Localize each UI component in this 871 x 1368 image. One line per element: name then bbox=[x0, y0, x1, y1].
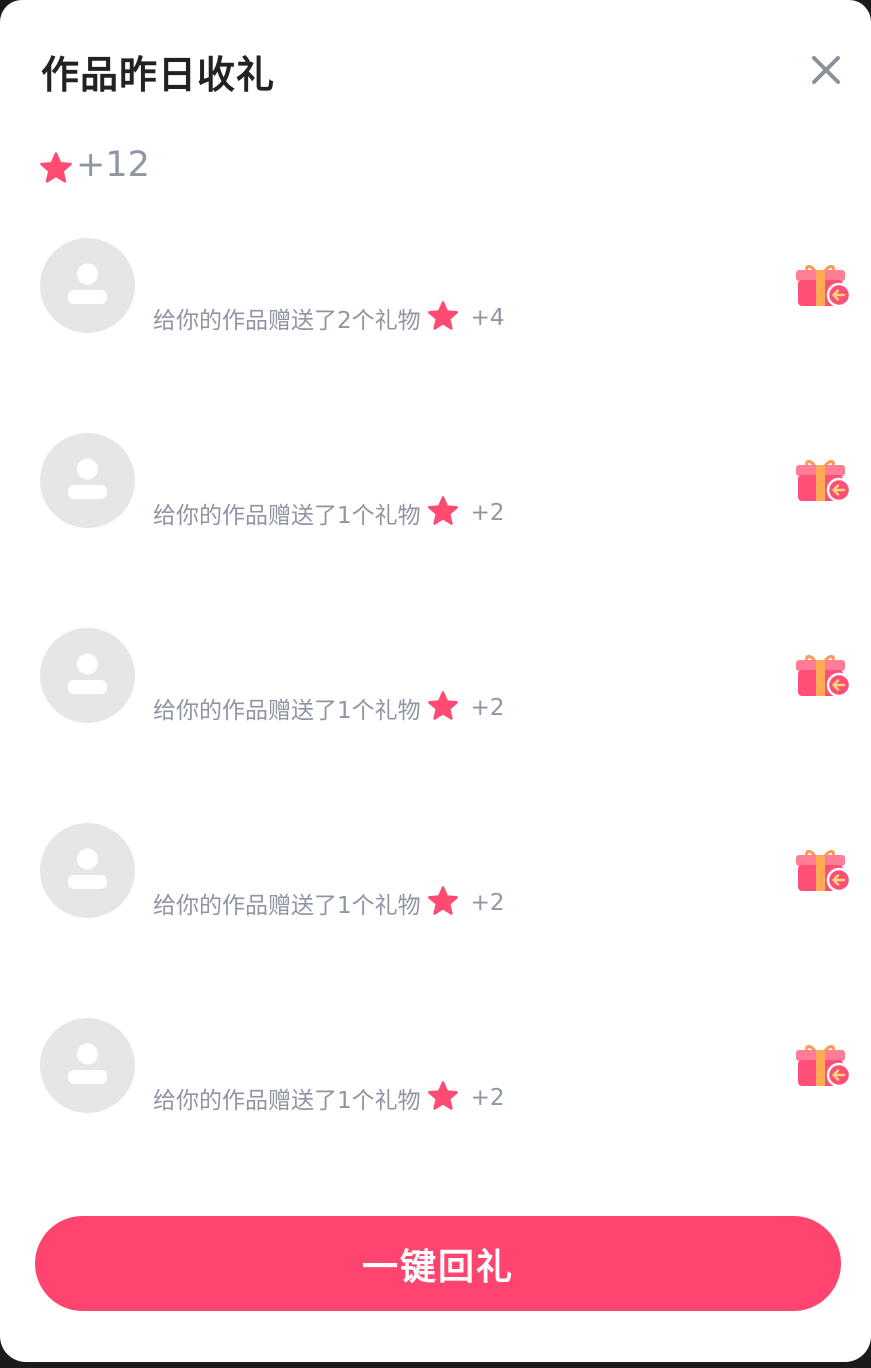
gift-amount: +4 bbox=[470, 305, 505, 331]
list-item: 给你的作品赠送了2个礼物 +4 bbox=[0, 238, 871, 433]
gift-return-icon bbox=[796, 849, 852, 893]
avatar[interactable] bbox=[40, 433, 135, 528]
gift-description-line: 给你的作品赠送了1个礼物 +2 bbox=[153, 885, 505, 921]
avatar[interactable] bbox=[40, 1018, 135, 1113]
return-gift-button[interactable] bbox=[795, 1042, 853, 1092]
gift-return-icon bbox=[796, 264, 852, 308]
user-icon bbox=[68, 1043, 107, 1084]
star-icon bbox=[427, 1081, 458, 1110]
return-gift-button[interactable] bbox=[795, 457, 853, 507]
star-icon bbox=[427, 496, 458, 525]
avatar[interactable] bbox=[40, 238, 135, 333]
gift-return-icon bbox=[796, 654, 852, 698]
star-icon bbox=[40, 152, 72, 183]
star-icon bbox=[427, 886, 458, 915]
return-all-gifts-button[interactable]: 一键回礼 bbox=[35, 1216, 841, 1311]
gift-description: 给你的作品赠送了1个礼物 bbox=[153, 698, 421, 724]
close-icon bbox=[812, 56, 840, 84]
user-icon bbox=[68, 653, 107, 694]
star-icon bbox=[427, 691, 458, 720]
gift-return-icon bbox=[796, 1044, 852, 1088]
gift-description: 给你的作品赠送了2个礼物 bbox=[153, 308, 421, 334]
return-gift-button[interactable] bbox=[795, 652, 853, 702]
user-icon bbox=[68, 848, 107, 889]
gift-description-line: 给你的作品赠送了2个礼物 +4 bbox=[153, 300, 505, 336]
gift-description: 给你的作品赠送了1个礼物 bbox=[153, 503, 421, 529]
gift-list: 给你的作品赠送了2个礼物 +4 给你的作品赠送了1个礼物 +2 给你的作品赠送了… bbox=[0, 238, 871, 1213]
gift-amount: +2 bbox=[470, 1085, 505, 1111]
avatar[interactable] bbox=[40, 823, 135, 918]
user-icon bbox=[68, 458, 107, 499]
total-count: +12 bbox=[76, 145, 150, 185]
list-item: 给你的作品赠送了1个礼物 +2 bbox=[0, 628, 871, 823]
list-item: 给你的作品赠送了1个礼物 +2 bbox=[0, 433, 871, 628]
gift-description: 给你的作品赠送了1个礼物 bbox=[153, 1088, 421, 1114]
list-item: 给你的作品赠送了1个礼物 +2 bbox=[0, 823, 871, 1018]
page-title: 作品昨日收礼 bbox=[41, 53, 276, 97]
gift-return-icon bbox=[796, 459, 852, 503]
gift-description-line: 给你的作品赠送了1个礼物 +2 bbox=[153, 690, 505, 726]
gift-description-line: 给你的作品赠送了1个礼物 +2 bbox=[153, 1080, 505, 1116]
gift-description: 给你的作品赠送了1个礼物 bbox=[153, 893, 421, 919]
return-gift-button[interactable] bbox=[795, 847, 853, 897]
close-button[interactable] bbox=[802, 46, 850, 94]
avatar[interactable] bbox=[40, 628, 135, 723]
user-icon bbox=[68, 263, 107, 304]
gift-description-line: 给你的作品赠送了1个礼物 +2 bbox=[153, 495, 505, 531]
gift-amount: +2 bbox=[470, 500, 505, 526]
list-item: 给你的作品赠送了1个礼物 +2 bbox=[0, 1018, 871, 1213]
star-icon bbox=[427, 301, 458, 330]
gift-amount: +2 bbox=[470, 695, 505, 721]
gift-sheet: 作品昨日收礼 +12 给你的作品赠送了2个礼物 +4 给你的作品赠送了1个礼物 … bbox=[0, 0, 871, 1362]
return-gift-button[interactable] bbox=[795, 262, 853, 312]
total-gifts-summary: +12 bbox=[38, 142, 150, 188]
gift-amount: +2 bbox=[470, 890, 505, 916]
